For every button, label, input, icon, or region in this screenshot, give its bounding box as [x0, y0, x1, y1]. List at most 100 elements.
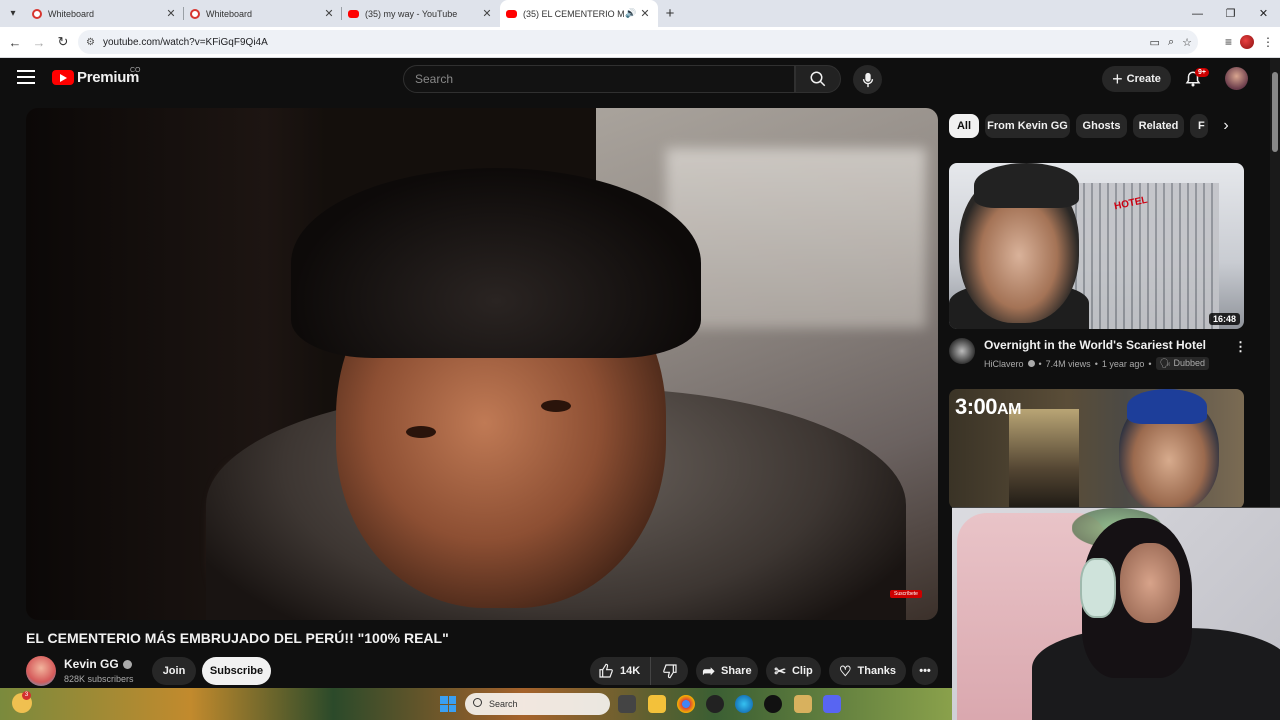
browser-tab-active[interactable]: (35) EL CEMENTERIO MÁS E 🔊 ✕	[500, 0, 658, 27]
create-button[interactable]: + Create	[1102, 66, 1171, 92]
site-info-icon[interactable]: ⚙	[86, 37, 95, 48]
chip-partial[interactable]: F	[1190, 114, 1208, 138]
separator: •	[1094, 358, 1098, 369]
browser-tab[interactable]: Whiteboard ✕	[26, 0, 184, 27]
more-actions-icon[interactable]: •••	[912, 657, 938, 685]
reload-icon[interactable]: ↻	[51, 30, 75, 54]
close-tab-icon[interactable]: ✕	[322, 7, 336, 20]
clip-button[interactable]: ✂ Clip	[766, 657, 821, 685]
back-icon[interactable]: ←	[3, 30, 27, 54]
super-thanks-icon: ♡	[838, 662, 852, 679]
channel-avatar[interactable]	[26, 656, 56, 686]
recommendation-channel[interactable]: HiClavero	[984, 359, 1024, 369]
windows-start-icon[interactable]	[440, 696, 456, 712]
task-view-icon[interactable]	[618, 695, 636, 713]
dubbed-badge: 🗣 Dubbed	[1155, 357, 1210, 370]
profile-avatar[interactable]	[1240, 35, 1254, 49]
youtube-logo[interactable]: Premium CO	[52, 67, 141, 86]
tab-title: Whiteboard	[48, 8, 95, 19]
thumbnail-clock-text: 3:00AM	[955, 394, 1021, 420]
chip-all[interactable]: All	[949, 114, 979, 138]
share-button[interactable]: ➦ Share	[696, 657, 758, 685]
dislike-button[interactable]	[650, 657, 688, 685]
chip-from-channel[interactable]: From Kevin GG	[985, 114, 1070, 138]
discord-icon[interactable]	[823, 695, 841, 713]
tab-title: (35) EL CEMENTERIO MÁS E	[523, 8, 624, 19]
recommendation-title[interactable]: Overnight in the World's Scariest Hotel	[984, 338, 1206, 352]
subscribe-button[interactable]: Subscribe	[202, 657, 271, 685]
taskbar-search-input[interactable]: Search	[465, 693, 610, 715]
youtube-header: Premium CO Search + Create 9+	[0, 58, 1270, 100]
bookmark-star-icon[interactable]: ☆	[1182, 36, 1192, 49]
browser-tab[interactable]: Whiteboard ✕	[184, 0, 342, 27]
app-icon[interactable]	[794, 695, 812, 713]
close-tab-icon[interactable]: ✕	[638, 7, 652, 20]
edge-icon[interactable]	[735, 695, 753, 713]
chip-related[interactable]: Related	[1133, 114, 1184, 138]
chrome-icon[interactable]	[677, 695, 695, 713]
youtube-icon	[348, 9, 359, 18]
chevron-right-icon[interactable]: ›	[1214, 114, 1238, 138]
account-avatar[interactable]	[1225, 67, 1248, 90]
share-label: Share	[721, 665, 752, 677]
thumbs-down-icon	[662, 664, 677, 679]
thumbnail-corridor	[1009, 409, 1079, 509]
app-icon[interactable]	[706, 695, 724, 713]
voice-search-button[interactable]	[853, 65, 882, 94]
video-eye	[541, 400, 571, 412]
recommendation-channel-avatar[interactable]	[949, 338, 975, 364]
browser-toolbar: ← → ↻ ⚙ youtube.com/watch?v=KFiGqF9Qi4A …	[0, 27, 1280, 58]
recommendation-age: 1 year ago	[1101, 358, 1145, 369]
channel-name-row[interactable]: Kevin GG	[64, 657, 132, 671]
search-button[interactable]	[795, 65, 841, 93]
restore-icon[interactable]: ❐	[1214, 0, 1247, 27]
thanks-button[interactable]: ♡ Thanks	[829, 657, 906, 685]
subscribe-watermark: Suscríbete	[890, 590, 922, 598]
github-icon[interactable]	[764, 695, 782, 713]
youtube-play-icon	[52, 70, 74, 85]
dubbed-icon: 🗣	[1159, 358, 1171, 368]
join-button[interactable]: Join	[152, 657, 196, 685]
browser-tab[interactable]: (35) my way - YouTube ✕	[342, 0, 500, 27]
speaker-icon[interactable]: 🔊	[624, 8, 638, 19]
channel-name[interactable]: Kevin GG	[64, 657, 119, 671]
reading-list-icon[interactable]: ≡	[1225, 35, 1232, 49]
scissors-icon: ✂	[774, 662, 786, 679]
address-bar[interactable]: ⚙ youtube.com/watch?v=KFiGqF9Qi4A ▭ ⌕ ☆	[78, 30, 1198, 54]
search-icon	[473, 698, 482, 707]
like-button[interactable]: 14K	[590, 657, 650, 685]
file-explorer-icon[interactable]	[648, 695, 666, 713]
whiteboard-icon	[190, 8, 200, 19]
recommendation-thumbnail[interactable]: 3:00AM	[949, 389, 1244, 509]
forward-icon[interactable]: →	[27, 30, 51, 54]
recommendation-meta: HiClavero • 7.4M views • 1 year ago • 🗣 …	[984, 357, 1210, 370]
minimize-icon[interactable]: —	[1181, 0, 1214, 27]
close-window-icon[interactable]: ✕	[1247, 0, 1280, 27]
separator: •	[1038, 358, 1042, 369]
plus-icon: +	[1112, 69, 1123, 89]
zoom-icon[interactable]: ⌕	[1168, 36, 1174, 49]
recommendation-thumbnail[interactable]: HOTEL 16:48	[949, 163, 1244, 329]
more-options-icon[interactable]: ⋮	[1234, 339, 1247, 355]
taskbar-search-placeholder: Search	[489, 699, 518, 709]
webcam-overlay	[952, 507, 1280, 720]
browser-tabstrip: ▾ Whiteboard ✕ Whiteboard ✕ (35) my way …	[0, 0, 1280, 27]
tab-search-icon[interactable]: ▾	[0, 0, 26, 27]
video-player[interactable]: Suscríbete	[26, 108, 938, 620]
create-label: Create	[1126, 73, 1161, 85]
cast-icon[interactable]: ▭	[1150, 36, 1160, 49]
separator: •	[1148, 358, 1152, 369]
close-tab-icon[interactable]: ✕	[480, 7, 494, 20]
video-background-window	[666, 148, 926, 328]
microphone-icon	[862, 72, 873, 87]
thumbnail-clock-suffix: AM	[997, 401, 1021, 418]
video-duration: 16:48	[1208, 313, 1240, 325]
search-input[interactable]: Search	[403, 65, 795, 93]
close-tab-icon[interactable]: ✕	[164, 7, 178, 20]
chip-ghosts[interactable]: Ghosts	[1076, 114, 1127, 138]
browser-menu-icon[interactable]: ⋮	[1262, 35, 1274, 49]
omnibox-actions: ▭ ⌕ ☆	[1150, 30, 1192, 54]
new-tab-button[interactable]: +	[658, 0, 682, 27]
hamburger-menu-icon[interactable]	[17, 70, 35, 86]
scrollbar-thumb[interactable]	[1272, 72, 1278, 152]
